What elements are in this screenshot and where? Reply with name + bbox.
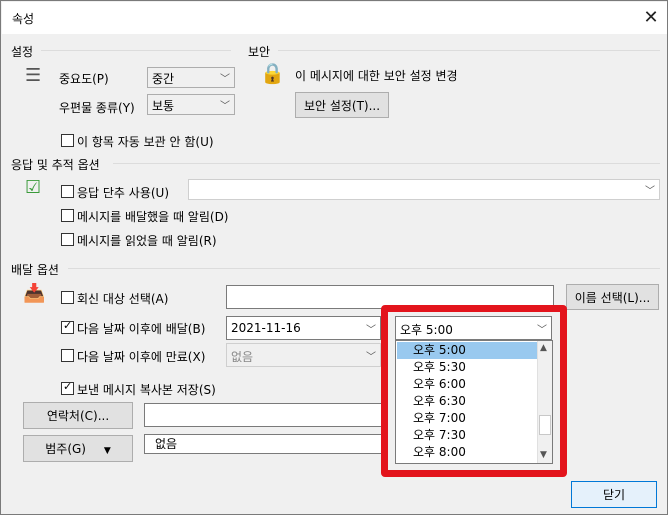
delivery-section-title: 배달 옵션 [11, 263, 59, 277]
title-bar: 속성 ✕ [2, 2, 667, 34]
have-replies-label: 회신 대상 선택(A) [77, 292, 169, 306]
deliver-date-value: 2021-11-16 [231, 321, 301, 335]
sensitivity-select[interactable]: 보통 ﹀ [147, 94, 235, 115]
no-autoarchive-label: 이 항목 자동 보관 안 함(U) [77, 135, 214, 149]
chevron-down-icon: ﹀ [645, 186, 655, 197]
importance-value: 중간 [152, 72, 175, 86]
delivered-receipt-checkbox[interactable] [61, 209, 74, 222]
read-receipt-label: 메시지를 읽었을 때 알림(R) [77, 234, 217, 248]
voting-buttons-select[interactable]: ﹀ [188, 179, 660, 200]
use-voting-checkbox[interactable] [61, 185, 74, 198]
chevron-down-icon: ﹀ [366, 325, 376, 336]
have-replies-checkbox[interactable] [61, 291, 74, 304]
sensitivity-value: 보통 [152, 99, 175, 113]
contacts-button[interactable]: 연락처(C)... [23, 402, 133, 429]
chevron-down-icon: ▼ [103, 446, 111, 456]
expires-label: 다음 날짜 이후에 만료(X) [77, 350, 206, 364]
sensitivity-label: 우편물 종류(Y) [59, 101, 135, 115]
no-autoarchive-checkbox[interactable] [61, 134, 74, 147]
settings-section-title: 설정 [11, 45, 34, 59]
voting-divider [113, 163, 660, 164]
deliver-date-select[interactable]: 2021-11-16 ﹀ [226, 316, 381, 340]
save-copy-label: 보낸 메시지 복사본 저장(S) [77, 383, 216, 397]
highlight-annotation [381, 305, 567, 477]
categories-value: 없음 [144, 434, 384, 454]
settings-list-icon: ☰ [25, 65, 42, 86]
lock-icon: 🔒 [260, 61, 285, 85]
expires-checkbox[interactable] [61, 349, 74, 362]
categories-label: 범주(G) [45, 442, 86, 456]
chevron-down-icon: ﹀ [366, 352, 376, 363]
use-voting-label: 응답 단추 사용(U) [77, 186, 170, 200]
chevron-down-icon: ﹀ [220, 74, 230, 85]
security-change-label: 이 메시지에 대한 보안 설정 변경 [295, 69, 458, 83]
close-button[interactable]: 닫기 [571, 481, 657, 508]
contacts-input[interactable] [144, 403, 384, 427]
expires-date-select[interactable]: 없음 ﹀ [226, 343, 381, 367]
select-names-button[interactable]: 이름 선택(L)... [566, 284, 659, 310]
properties-dialog: 속성 ✕ 설정 ☰ 중요도(P) 중간 ﹀ 우편물 종류(Y) 보통 ﹀ 이 항… [0, 0, 668, 515]
voting-icon: ☑ [25, 177, 42, 198]
read-receipt-checkbox[interactable] [61, 233, 74, 246]
delivered-receipt-label: 메시지를 배달했을 때 알림(D) [77, 210, 229, 224]
delivery-divider [68, 268, 660, 269]
security-settings-button[interactable]: 보안 설정(T)... [295, 92, 389, 118]
security-section-title: 보안 [248, 45, 271, 59]
do-not-deliver-checkbox[interactable] [61, 319, 74, 334]
security-divider [278, 50, 660, 51]
chevron-down-icon: ﹀ [220, 101, 230, 112]
importance-label: 중요도(P) [59, 72, 109, 86]
close-icon[interactable]: ✕ [638, 6, 664, 30]
importance-select[interactable]: 중간 ﹀ [147, 67, 235, 88]
expires-value: 없음 [231, 350, 254, 364]
categories-button[interactable]: 범주(G) ▼ [23, 435, 133, 462]
do-not-deliver-label: 다음 날짜 이후에 배달(B) [77, 322, 206, 336]
window-title: 속성 [12, 12, 35, 26]
save-copy-checkbox[interactable] [61, 380, 74, 395]
delivery-tray-icon: 📥 [23, 283, 46, 304]
settings-divider [41, 50, 231, 51]
voting-section-title: 응답 및 추적 옵션 [11, 158, 100, 172]
